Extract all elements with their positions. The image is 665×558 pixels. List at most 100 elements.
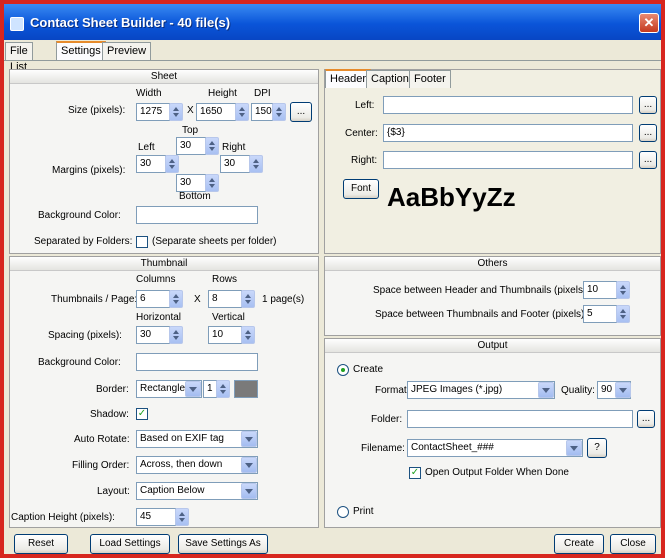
- header-right-input[interactable]: [383, 151, 633, 169]
- columns-input[interactable]: 6: [136, 290, 170, 308]
- sheet-panel: Sheet Width Height DPI Size (pixels): 12…: [9, 69, 319, 254]
- header-right-browse-button[interactable]: ...: [639, 151, 657, 169]
- shadow-checkbox[interactable]: ✓: [136, 408, 148, 420]
- margin-right-input[interactable]: 30: [220, 155, 250, 173]
- format-label: Format:: [375, 385, 410, 396]
- folder-input[interactable]: [407, 410, 633, 428]
- tab-footer[interactable]: Footer: [409, 70, 451, 88]
- tab-header[interactable]: Header: [325, 69, 372, 88]
- header-left-input[interactable]: [383, 96, 633, 114]
- create-button[interactable]: Create: [554, 534, 604, 554]
- separated-checkbox[interactable]: [136, 236, 148, 248]
- margin-left-input[interactable]: 30: [136, 155, 166, 173]
- close-window-button[interactable]: ✕: [639, 13, 659, 33]
- caption-height-spinner[interactable]: [175, 508, 189, 526]
- folder-label: Folder:: [371, 414, 403, 425]
- rows-spinner[interactable]: [241, 290, 255, 308]
- margin-bottom-spinner[interactable]: [205, 174, 219, 192]
- tab-preview[interactable]: Preview: [102, 42, 152, 60]
- border-label: Border:: [96, 384, 129, 395]
- layout-dropdown-arrow[interactable]: [241, 483, 257, 499]
- separated-label: Separated by Folders:: [34, 236, 133, 247]
- header-space-input[interactable]: 10: [583, 281, 617, 299]
- height-label: Height: [208, 88, 237, 99]
- vertical-label: Vertical: [212, 312, 245, 323]
- height-input[interactable]: 1650: [196, 103, 236, 121]
- border-width-spinner[interactable]: [216, 380, 230, 398]
- others-panel-title: Others: [325, 257, 660, 271]
- width-input[interactable]: 1275: [136, 103, 170, 121]
- filename-help-button[interactable]: ?: [587, 438, 607, 458]
- rows-input[interactable]: 8: [208, 290, 242, 308]
- format-dropdown-arrow[interactable]: [538, 382, 554, 398]
- dpi-spinner[interactable]: [272, 103, 286, 121]
- thumb-bg-color-input[interactable]: [136, 353, 258, 371]
- print-radio[interactable]: [337, 506, 349, 518]
- margins-label: Margins (pixels):: [52, 165, 126, 176]
- spacing-v-spinner[interactable]: [241, 326, 255, 344]
- border-width-input[interactable]: 1: [203, 380, 217, 398]
- caption-height-input[interactable]: 45: [136, 508, 176, 526]
- spacing-v-input[interactable]: 10: [208, 326, 242, 344]
- right-label: Right: [222, 142, 246, 153]
- quality-dropdown-arrow[interactable]: [615, 382, 631, 398]
- auto-rotate-dropdown-arrow[interactable]: [241, 431, 257, 447]
- create-radio-label: Create: [353, 364, 384, 375]
- width-spinner[interactable]: [169, 103, 183, 121]
- margin-top-spinner[interactable]: [205, 137, 219, 155]
- bottom-button-bar: Reset Load Settings Save Settings As Cre…: [4, 530, 661, 554]
- header-left-browse-button[interactable]: ...: [639, 96, 657, 114]
- columns-spinner[interactable]: [169, 290, 183, 308]
- header-center-input[interactable]: {$3}: [383, 124, 633, 142]
- margin-bottom-input[interactable]: 30: [176, 174, 206, 192]
- open-folder-checkbox[interactable]: ✓: [409, 467, 421, 479]
- filling-order-label: Filling Order:: [72, 460, 130, 471]
- filename-dropdown-arrow[interactable]: [566, 440, 582, 456]
- folder-browse-button[interactable]: ...: [637, 410, 655, 428]
- footer-space-input[interactable]: 5: [583, 305, 617, 323]
- margin-right-spinner[interactable]: [249, 155, 263, 173]
- spacing-h-spinner[interactable]: [169, 326, 183, 344]
- border-color-swatch[interactable]: [234, 380, 258, 398]
- header-center-browse-button[interactable]: ...: [639, 124, 657, 142]
- filling-order-select[interactable]: Across, then down: [136, 456, 258, 474]
- layout-label: Layout:: [97, 486, 130, 497]
- settings-content: Sheet Width Height DPI Size (pixels): 12…: [4, 60, 661, 530]
- format-select[interactable]: JPEG Images (*.jpg): [407, 381, 555, 399]
- auto-rotate-select[interactable]: Based on EXIF tag: [136, 430, 258, 448]
- filename-input[interactable]: ContactSheet_###: [407, 439, 583, 457]
- dpi-input[interactable]: 150: [251, 103, 273, 121]
- create-radio[interactable]: [337, 364, 349, 376]
- font-button[interactable]: Font: [343, 179, 379, 199]
- tab-settings[interactable]: Settings: [56, 41, 106, 60]
- app-window: Contact Sheet Builder - 40 file(s) ✕ Fil…: [0, 0, 665, 558]
- save-settings-as-button[interactable]: Save Settings As: [178, 534, 268, 554]
- output-panel: Output Create Format: JPEG Images (*.jpg…: [324, 338, 661, 528]
- sheet-bg-color-input[interactable]: [136, 206, 258, 224]
- tab-caption[interactable]: Caption: [366, 70, 414, 88]
- tab-file-list[interactable]: File List: [5, 42, 33, 73]
- open-folder-label: Open Output Folder When Done: [425, 467, 569, 478]
- spacing-h-input[interactable]: 30: [136, 326, 170, 344]
- header-space-spinner[interactable]: [616, 281, 630, 299]
- filename-label: Filename:: [361, 443, 405, 454]
- size-x-label: X: [187, 105, 194, 116]
- title-bar[interactable]: Contact Sheet Builder - 40 file(s) ✕: [4, 0, 661, 40]
- height-spinner[interactable]: [235, 103, 249, 121]
- header-caption-footer-panel: Header Caption Footer Left: ... Center: …: [324, 69, 661, 254]
- footer-space-label: Space between Thumbnails and Footer (pix…: [375, 309, 588, 320]
- footer-space-spinner[interactable]: [616, 305, 630, 323]
- dpi-label: DPI: [254, 88, 271, 99]
- reset-button[interactable]: Reset: [14, 534, 68, 554]
- margin-left-spinner[interactable]: [165, 155, 179, 173]
- layout-select[interactable]: Caption Below: [136, 482, 258, 500]
- left-label: Left: [138, 142, 155, 153]
- margin-top-input[interactable]: 30: [176, 137, 206, 155]
- filling-order-dropdown-arrow[interactable]: [241, 457, 257, 473]
- bottom-label: Bottom: [179, 191, 211, 202]
- size-presets-button[interactable]: ...: [290, 102, 312, 122]
- load-settings-button[interactable]: Load Settings: [90, 534, 170, 554]
- rows-label: Rows: [212, 274, 238, 285]
- border-dropdown-arrow[interactable]: [185, 381, 201, 397]
- close-button[interactable]: Close: [610, 534, 656, 554]
